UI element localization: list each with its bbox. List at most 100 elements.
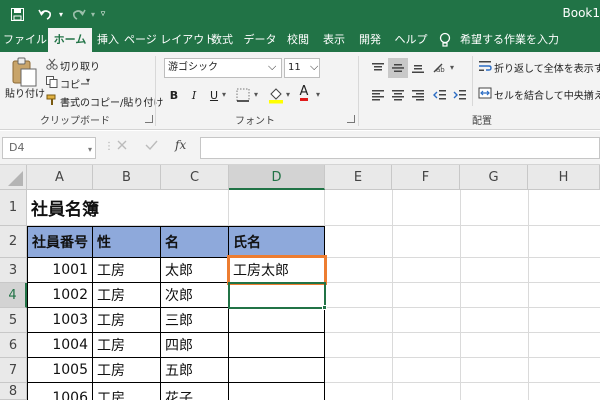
decrease-indent-icon[interactable] bbox=[430, 85, 450, 105]
tab-file[interactable]: ファイル bbox=[2, 28, 48, 52]
insert-function-button[interactable]: fx bbox=[175, 138, 186, 152]
select-all-corner[interactable] bbox=[0, 165, 27, 190]
cell-a3[interactable]: 1001 bbox=[27, 258, 93, 283]
cut-button[interactable]: 切り取り bbox=[60, 58, 100, 73]
underline-button[interactable]: U bbox=[204, 85, 224, 105]
cancel-icon[interactable] bbox=[116, 139, 128, 154]
merge-dropdown-icon[interactable]: ▾ bbox=[588, 90, 592, 99]
merge-center-icon[interactable] bbox=[478, 86, 492, 103]
column-header-g[interactable]: G bbox=[460, 165, 528, 190]
undo-dropdown-icon[interactable]: ▾ bbox=[56, 5, 66, 23]
cell-a1[interactable]: 社員名簿 bbox=[27, 190, 161, 226]
tab-home[interactable]: ホーム bbox=[48, 28, 92, 52]
border-icon[interactable] bbox=[236, 88, 250, 105]
worksheet-grid[interactable]: A B C D E F G H 1 2 3 4 5 6 7 8 社員名簿 社員番… bbox=[0, 165, 600, 400]
fill-color-dropdown-icon[interactable]: ▾ bbox=[286, 90, 290, 99]
undo-icon[interactable] bbox=[36, 5, 54, 23]
merge-center-button[interactable]: セルを結合して中央揃え bbox=[494, 87, 600, 102]
tab-developer[interactable]: 開発 bbox=[354, 28, 386, 52]
cell-c3[interactable]: 太郎 bbox=[161, 258, 229, 283]
save-icon[interactable] bbox=[8, 5, 26, 23]
cell-c6[interactable]: 四郎 bbox=[161, 333, 229, 358]
italic-button[interactable]: I bbox=[184, 85, 204, 105]
paste-button-label[interactable]: 貼り付け bbox=[5, 85, 45, 100]
cut-icon[interactable] bbox=[46, 58, 58, 73]
row-header-4[interactable]: 4 bbox=[0, 283, 27, 308]
column-header-b[interactable]: B bbox=[93, 165, 161, 190]
tab-page-layout[interactable]: ページ レイアウト bbox=[124, 28, 215, 52]
column-header-f[interactable]: F bbox=[392, 165, 460, 190]
bold-button[interactable]: B bbox=[164, 85, 184, 105]
tell-me-search[interactable]: 希望する作業を入力 bbox=[460, 28, 560, 52]
cell-d2[interactable]: 氏名 bbox=[229, 226, 325, 258]
underline-dropdown-icon[interactable]: ▾ bbox=[222, 90, 226, 99]
font-name-select[interactable]: 游ゴシック bbox=[164, 58, 282, 78]
cell-c5[interactable]: 三郎 bbox=[161, 308, 229, 333]
copy-dropdown-icon[interactable]: ▾ bbox=[86, 76, 90, 85]
enter-icon[interactable] bbox=[145, 139, 158, 154]
fill-color-icon[interactable] bbox=[268, 86, 284, 107]
cell-b3[interactable]: 工房 bbox=[93, 258, 161, 283]
customize-qat-icon[interactable]: ▿ bbox=[96, 5, 110, 23]
font-launcher-icon[interactable] bbox=[347, 115, 355, 123]
row-header-1[interactable]: 1 bbox=[0, 190, 27, 226]
copy-icon[interactable] bbox=[46, 76, 58, 91]
align-top-icon[interactable] bbox=[368, 58, 388, 78]
formula-input[interactable] bbox=[200, 137, 600, 159]
row-header-6[interactable]: 6 bbox=[0, 333, 27, 358]
row-header-5[interactable]: 5 bbox=[0, 308, 27, 333]
row-header-3[interactable]: 3 bbox=[0, 258, 27, 283]
cell-a8[interactable]: 1006 bbox=[27, 383, 93, 400]
cell-a7[interactable]: 1005 bbox=[27, 358, 93, 383]
column-header-h[interactable]: H bbox=[528, 165, 600, 190]
chevron-down-icon[interactable]: ⌵ bbox=[268, 60, 276, 74]
chevron-down-icon[interactable]: ⌵ bbox=[310, 60, 318, 74]
column-header-a[interactable]: A bbox=[27, 165, 93, 190]
cell-b2[interactable]: 性 bbox=[93, 226, 161, 258]
border-dropdown-icon[interactable]: ▾ bbox=[254, 90, 258, 99]
font-color-dropdown-icon[interactable]: ▾ bbox=[316, 90, 320, 99]
cell-d6[interactable] bbox=[229, 333, 325, 358]
column-header-c[interactable]: C bbox=[161, 165, 229, 190]
cell-d4[interactable] bbox=[229, 283, 325, 308]
paste-icon[interactable] bbox=[10, 57, 38, 87]
cell-c7[interactable]: 五郎 bbox=[161, 358, 229, 383]
cell-c8[interactable]: 花子 bbox=[161, 383, 229, 400]
cell-a6[interactable]: 1004 bbox=[27, 333, 93, 358]
tab-view[interactable]: 表示 bbox=[318, 28, 350, 52]
tab-data[interactable]: データ bbox=[240, 28, 280, 52]
cell-c4[interactable]: 次郎 bbox=[161, 283, 229, 308]
cell-b5[interactable]: 工房 bbox=[93, 308, 161, 333]
format-painter-icon[interactable] bbox=[46, 94, 58, 109]
tab-insert[interactable]: 挿入 bbox=[92, 28, 124, 52]
name-box[interactable]: D4 bbox=[2, 137, 96, 159]
cell-d5[interactable] bbox=[229, 308, 325, 333]
orientation-dropdown-icon[interactable]: ▾ bbox=[450, 63, 454, 72]
cell-a4[interactable]: 1002 bbox=[27, 283, 93, 308]
cell-d3[interactable]: 工房太郎 bbox=[229, 258, 325, 283]
wrap-text-icon[interactable] bbox=[478, 59, 492, 76]
name-box-dropdown-icon[interactable]: ▾ bbox=[88, 145, 92, 154]
align-middle-icon[interactable] bbox=[388, 58, 408, 78]
redo-icon[interactable] bbox=[70, 5, 88, 23]
cell-d1[interactable] bbox=[229, 190, 325, 226]
align-right-icon[interactable] bbox=[408, 85, 428, 105]
cell-c2[interactable]: 名 bbox=[161, 226, 229, 258]
cell-b7[interactable]: 工房 bbox=[93, 358, 161, 383]
tab-formulas[interactable]: 数式 bbox=[206, 28, 238, 52]
row-header-8[interactable]: 8 bbox=[0, 383, 27, 400]
wrap-text-button[interactable]: 折り返して全体を表示する bbox=[494, 60, 600, 75]
cell-c1[interactable] bbox=[161, 190, 229, 226]
increase-indent-icon[interactable] bbox=[450, 85, 470, 105]
align-center-icon[interactable] bbox=[388, 85, 408, 105]
cell-b4[interactable]: 工房 bbox=[93, 283, 161, 308]
column-header-d[interactable]: D bbox=[229, 165, 325, 190]
format-painter-button[interactable]: 書式のコピー/貼り付け bbox=[60, 94, 163, 109]
fill-handle[interactable] bbox=[322, 305, 327, 310]
align-left-icon[interactable] bbox=[368, 85, 388, 105]
row-header-7[interactable]: 7 bbox=[0, 358, 27, 383]
orientation-icon[interactable]: ab bbox=[430, 58, 450, 78]
tab-review[interactable]: 校閲 bbox=[282, 28, 314, 52]
clipboard-launcher-icon[interactable] bbox=[145, 115, 153, 123]
align-bottom-icon[interactable] bbox=[408, 58, 428, 78]
